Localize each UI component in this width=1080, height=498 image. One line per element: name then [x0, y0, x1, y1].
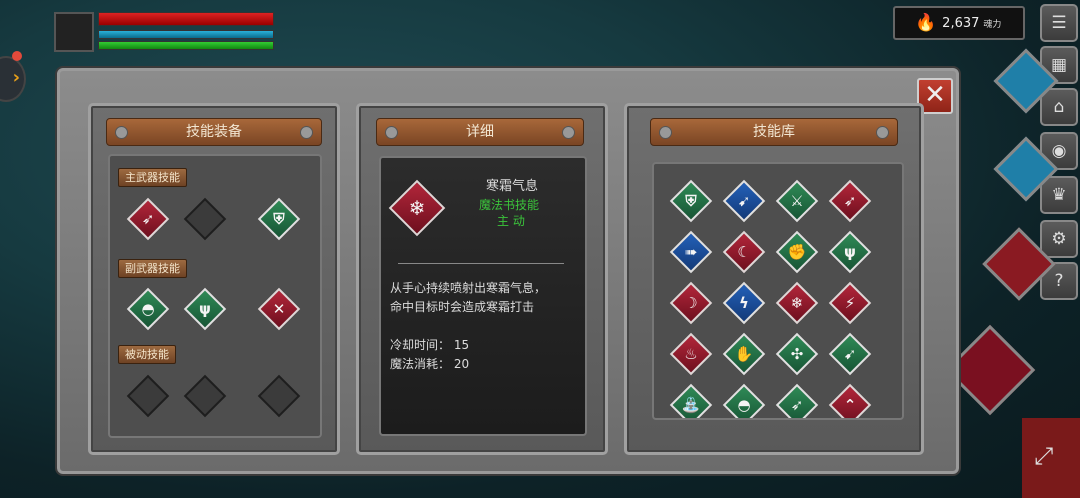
library-skill-shield-cross[interactable]: ⛨ [669, 179, 713, 223]
library-skill-helmet[interactable]: ◓ [722, 383, 766, 418]
shield-cross-icon: ⛨ [273, 210, 285, 228]
crown-icon: ♛ [1051, 185, 1067, 205]
praying-hands-icon: ✋ [734, 345, 754, 363]
library-skill-frost-breath[interactable]: ❄ [775, 281, 819, 325]
frost-breath-icon: ❄ [790, 294, 804, 312]
library-skill-chevron[interactable]: ⌃ [828, 383, 872, 418]
thunder-icon: ⚡ [844, 294, 856, 312]
flame-icon: ♨ [684, 345, 698, 363]
mana-cost-stat: 魔法消耗： 20 [390, 357, 470, 371]
skill-name: 寒霜气息 [486, 179, 539, 194]
library-skill-trident[interactable]: ψ [828, 230, 872, 274]
cooldown-stat: 冷却时间： 15 [390, 338, 470, 352]
side-expand-tab[interactable]: › [0, 56, 26, 102]
library-skill-flame[interactable]: ♨ [669, 332, 713, 376]
lightning-slash-icon: ϟ [739, 294, 749, 312]
library-skill-stance[interactable]: ✣ [775, 332, 819, 376]
winged-sword-icon: ⚔ [790, 192, 804, 210]
chevron-right-icon: › [12, 67, 20, 88]
library-skill-leap[interactable]: ➹ [828, 332, 872, 376]
helmet-icon: ◓ [141, 300, 155, 318]
dash-runner-icon: ➹ [737, 192, 751, 210]
library-skill-lightning[interactable]: ϟ [722, 281, 766, 325]
library-skill-kick[interactable]: ➠ [669, 230, 713, 274]
arc-slash-icon: ☾ [737, 243, 751, 261]
help-icon: ? [1054, 271, 1064, 291]
library-skill-thunder[interactable]: ⚡ [828, 281, 872, 325]
skill-desc-line-1: 从手心持续喷射出寒霜气息， [390, 281, 547, 295]
fountain-icon: ⛲ [681, 396, 701, 414]
menu-list-icon: ☰ [1051, 13, 1067, 33]
soul-currency-display: 🔥 2,637 魂力 [893, 6, 1025, 40]
currency-value: 2,637 [942, 15, 980, 31]
flame-icon: 🔥 [915, 13, 937, 33]
notification-dot [12, 51, 22, 61]
close-icon: ✕ [924, 80, 946, 110]
library-skill-pray[interactable]: ✋ [722, 332, 766, 376]
trident-icon: ψ [844, 243, 856, 261]
detail-panel-title: 详细 [376, 118, 584, 146]
stamina-bar [98, 41, 274, 50]
library-skill-arc-slash[interactable]: ☾ [722, 230, 766, 274]
passive-skill-label: 被动技能 [118, 345, 176, 364]
library-skill-runner[interactable]: ➶ [775, 383, 819, 418]
skill-library-grid: ⛨ ➹ ⚔ ➶ ➠ ☾ ✊ ψ ☽ ϟ ❄ ⚡ ♨ ✋ ✣ ➹ ⛲ ◓ ➶ ⌃ [652, 162, 904, 420]
skill-desc-line-2: 命中目标时会造成寒霜打击 [390, 300, 535, 314]
library-panel-title: 技能库 [650, 118, 898, 146]
menu-list-button[interactable]: ☰ [1040, 4, 1078, 42]
slash-dash-icon: ➶ [843, 192, 857, 210]
trident-icon: ψ [199, 300, 211, 318]
helmet-icon: ◓ [737, 396, 751, 414]
chevron-up-icon: ⌃ [843, 396, 857, 414]
expand-corner-button[interactable]: ⤢ [1022, 418, 1080, 498]
library-skill-dash[interactable]: ➹ [722, 179, 766, 223]
cross-blades-icon: ✕ [272, 300, 286, 318]
library-skill-fountain[interactable]: ⛲ [669, 383, 713, 418]
currency-unit: 魂力 [983, 19, 1002, 30]
library-skill-fist[interactable]: ✊ [775, 230, 819, 274]
fist-icon: ✊ [787, 243, 807, 261]
runner-icon: ➶ [790, 396, 804, 414]
scroll-icon: ▦ [1050, 55, 1068, 75]
door-icon: ⌂ [1053, 97, 1065, 117]
stance-icon: ✣ [790, 345, 804, 363]
library-skill-sword-wings[interactable]: ⚔ [775, 179, 819, 223]
crescent-strike-icon: ☽ [684, 294, 698, 312]
expand-arrows-icon: ⤢ [1034, 442, 1054, 470]
emblem-icon: ◉ [1051, 141, 1067, 161]
health-bar [98, 12, 274, 26]
frost-breath-icon: ❄ [408, 196, 426, 220]
slash-dash-icon: ➶ [141, 210, 155, 228]
kick-icon: ➠ [684, 243, 698, 261]
skill-type: 魔法书技能 [479, 198, 540, 212]
sub-weapon-skill-label: 副武器技能 [118, 259, 187, 278]
shield-cross-icon: ⛨ [685, 192, 697, 210]
library-skill-crescent[interactable]: ☽ [669, 281, 713, 325]
mana-bar [98, 30, 274, 39]
leap-icon: ➹ [843, 345, 857, 363]
settings-button[interactable]: ⚙ [1040, 220, 1078, 258]
library-skill-slash-dash[interactable]: ➶ [828, 179, 872, 223]
player-portrait[interactable] [54, 12, 94, 52]
skill-mode: 主 动 [497, 214, 525, 228]
main-weapon-skill-label: 主武器技能 [118, 168, 187, 187]
settings-gear-icon: ⚙ [1051, 229, 1067, 249]
detail-divider [398, 263, 564, 264]
equip-panel-title: 技能装备 [106, 118, 322, 146]
